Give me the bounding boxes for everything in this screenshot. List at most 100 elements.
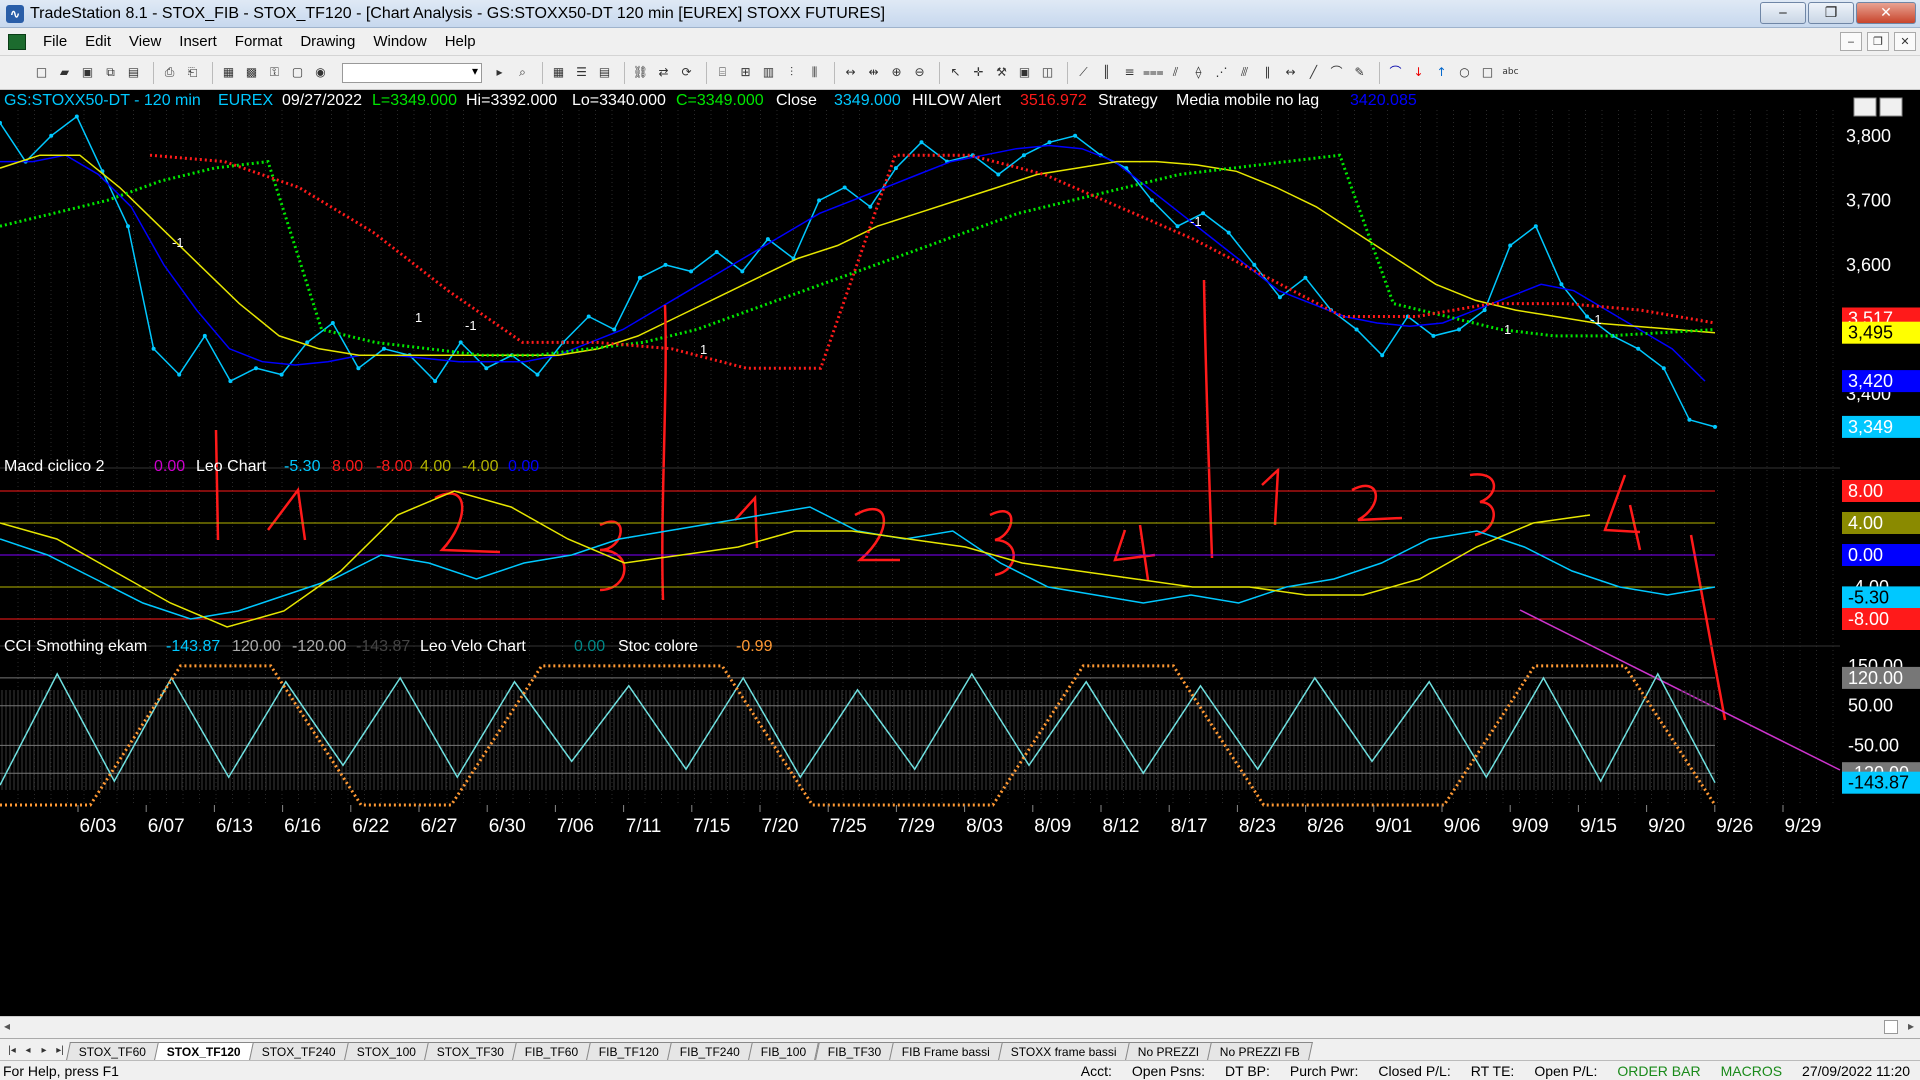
tab-no-prezzi[interactable]: No PREZZI bbox=[1125, 1042, 1213, 1060]
text-icon[interactable]: abc bbox=[1501, 63, 1520, 82]
trendline-icon[interactable]: ⟋ bbox=[1074, 63, 1093, 82]
menu-drawing[interactable]: Drawing bbox=[291, 33, 364, 50]
tab-stox-tf120[interactable]: STOX_TF120 bbox=[154, 1042, 254, 1060]
print-icon[interactable]: ⎙ bbox=[160, 63, 179, 82]
header-hilow-label: HILOW Alert bbox=[912, 92, 1001, 109]
toolbar-separator bbox=[1379, 61, 1380, 84]
gann-icon[interactable]: ⟠ bbox=[1189, 63, 1208, 82]
tools-icon[interactable]: ⚒ bbox=[992, 63, 1011, 82]
chart-icon[interactable]: ▦ bbox=[219, 63, 238, 82]
zoom-out-icon[interactable]: ⊖ bbox=[910, 63, 929, 82]
vertical-lines-icon[interactable]: ║ bbox=[1097, 63, 1116, 82]
find-icon[interactable]: ⌕ bbox=[513, 63, 532, 82]
snap-icon[interactable]: ◫ bbox=[1038, 63, 1057, 82]
chart-area[interactable]: GS:STOXX50-DT - 120 min EUREX 09/27/2022… bbox=[0, 90, 1920, 1026]
scroll-left-icon[interactable]: ◂ bbox=[4, 1019, 10, 1033]
pencil-icon[interactable]: ✎ bbox=[1350, 63, 1369, 82]
matrix-icon[interactable]: ⊞ bbox=[736, 63, 755, 82]
tab-stoxx-frame-bassi[interactable]: STOXX frame bassi bbox=[998, 1042, 1130, 1060]
menu-view[interactable]: View bbox=[120, 33, 170, 50]
status-macros[interactable]: MACROS bbox=[1711, 1063, 1792, 1079]
lock-icon[interactable]: ⚿ bbox=[265, 63, 284, 82]
andrews-icon[interactable]: ⫻ bbox=[1235, 63, 1254, 82]
arrows-icon[interactable]: ⇄ bbox=[654, 63, 673, 82]
maximize-button[interactable]: ❐ bbox=[1808, 2, 1854, 24]
menu-window[interactable]: Window bbox=[364, 33, 435, 50]
radar-icon[interactable]: ▩ bbox=[242, 63, 261, 82]
speed-lines-icon[interactable]: ⋰ bbox=[1212, 63, 1231, 82]
tab-fib-tf30[interactable]: FIB_TF30 bbox=[814, 1042, 895, 1060]
indicator-icon[interactable]: ⫶ bbox=[782, 63, 801, 82]
close-button[interactable]: ✕ bbox=[1856, 2, 1916, 24]
data-window-icon[interactable]: ▣ bbox=[1015, 63, 1034, 82]
menu-file[interactable]: File bbox=[34, 33, 76, 50]
tab-stox-tf60[interactable]: STOX_TF60 bbox=[66, 1042, 160, 1060]
minimize-button[interactable]: ‒ bbox=[1760, 2, 1806, 24]
menu-help[interactable]: Help bbox=[436, 33, 485, 50]
price-point bbox=[1149, 198, 1154, 203]
pane-minimize-button[interactable] bbox=[1853, 97, 1877, 117]
tab-first-icon[interactable]: |◂ bbox=[4, 1042, 20, 1060]
open-icon[interactable]: ▰ bbox=[55, 63, 74, 82]
horizontal-icon[interactable]: ↔ bbox=[1281, 63, 1300, 82]
price-point bbox=[893, 166, 898, 171]
rectangle-icon[interactable]: □ bbox=[1478, 63, 1497, 82]
tab-stox-100[interactable]: STOX_100 bbox=[343, 1042, 429, 1060]
arrow-up-icon[interactable]: ↑ bbox=[1432, 63, 1451, 82]
play-icon[interactable]: ▸ bbox=[490, 63, 509, 82]
folder-icon[interactable]: ▤ bbox=[124, 63, 143, 82]
parallel-icon[interactable]: ∥ bbox=[1258, 63, 1277, 82]
chart-svg[interactable]: GS:STOXX50-DT - 120 min EUREX 09/27/2022… bbox=[0, 90, 1920, 1016]
tab-fib-tf60[interactable]: FIB_TF60 bbox=[512, 1042, 592, 1060]
pointer-icon[interactable]: ↖ bbox=[946, 63, 965, 82]
symbol-combo[interactable] bbox=[342, 62, 482, 83]
menu-edit[interactable]: Edit bbox=[76, 33, 120, 50]
horizontal-lines-icon[interactable]: ≡ bbox=[1120, 63, 1139, 82]
bar-chart-icon[interactable]: ▥ bbox=[759, 63, 778, 82]
grid-icon[interactable]: ▦ bbox=[549, 63, 568, 82]
refresh-icon[interactable]: ⟳ bbox=[677, 63, 696, 82]
scanner-icon[interactable]: ⌸ bbox=[713, 63, 732, 82]
tab-fib-tf120[interactable]: FIB_TF120 bbox=[586, 1042, 673, 1060]
scroll-right-icon[interactable]: ▸ bbox=[1908, 1019, 1914, 1033]
pane-restore-button[interactable] bbox=[1879, 97, 1903, 117]
chart-window-icon[interactable] bbox=[8, 33, 26, 50]
tab-next-icon[interactable]: ▸ bbox=[36, 1042, 52, 1060]
copy-icon[interactable]: ⧉ bbox=[101, 63, 120, 82]
arc-icon[interactable]: ⌒ bbox=[1327, 63, 1346, 82]
compress-icon[interactable]: ⇹ bbox=[864, 63, 883, 82]
print-preview-icon[interactable]: ⎗ bbox=[183, 63, 202, 82]
line-icon[interactable]: ╱ bbox=[1304, 63, 1323, 82]
mdi-minimize-button[interactable]: ‒ bbox=[1840, 32, 1862, 51]
window-icon[interactable]: ▢ bbox=[288, 63, 307, 82]
new-icon[interactable]: □ bbox=[32, 63, 51, 82]
horizontal-scrollbar[interactable]: ◂ ▸ bbox=[0, 1016, 1920, 1038]
tab-fib-frame-bassi[interactable]: FIB Frame bassi bbox=[889, 1042, 1004, 1060]
save-workspace-icon[interactable]: ▣ bbox=[78, 63, 97, 82]
tab-no-prezzi-fb[interactable]: No PREZZI FB bbox=[1207, 1042, 1314, 1060]
mdi-restore-button[interactable]: ❐ bbox=[1867, 32, 1889, 51]
tab-prev-icon[interactable]: ◂ bbox=[20, 1042, 36, 1060]
ellipse-icon[interactable]: ○ bbox=[1455, 63, 1474, 82]
tab-stox-tf240[interactable]: STOX_TF240 bbox=[249, 1042, 349, 1060]
list-icon[interactable]: ☰ bbox=[572, 63, 591, 82]
tab-fib-tf240[interactable]: FIB_TF240 bbox=[667, 1042, 754, 1060]
tab-stox-tf30[interactable]: STOX_TF30 bbox=[424, 1042, 517, 1060]
channel-icon[interactable]: ⫽ bbox=[1166, 63, 1185, 82]
status-order-bar[interactable]: ORDER BAR bbox=[1607, 1063, 1710, 1079]
globe-icon[interactable]: ◉ bbox=[311, 63, 330, 82]
menu-insert[interactable]: Insert bbox=[170, 33, 226, 50]
table-icon[interactable]: ▤ bbox=[595, 63, 614, 82]
scroll-thumb[interactable] bbox=[1884, 1020, 1898, 1034]
tab-fib-100[interactable]: FIB_100 bbox=[748, 1042, 820, 1060]
fib-icon[interactable]: ⩶ bbox=[1143, 63, 1164, 82]
strategy-icon[interactable]: ⫼ bbox=[805, 63, 824, 82]
expand-icon[interactable]: ↔ bbox=[841, 63, 860, 82]
menu-format[interactable]: Format bbox=[226, 33, 292, 50]
curve-icon[interactable]: ⌒ bbox=[1386, 63, 1405, 82]
crosshair-icon[interactable]: ✛ bbox=[969, 63, 988, 82]
mdi-close-button[interactable]: ✕ bbox=[1894, 32, 1916, 51]
link-icon[interactable]: ⛓ bbox=[631, 63, 650, 82]
arrow-down-icon[interactable]: ↓ bbox=[1409, 63, 1428, 82]
zoom-in-icon[interactable]: ⊕ bbox=[887, 63, 906, 82]
